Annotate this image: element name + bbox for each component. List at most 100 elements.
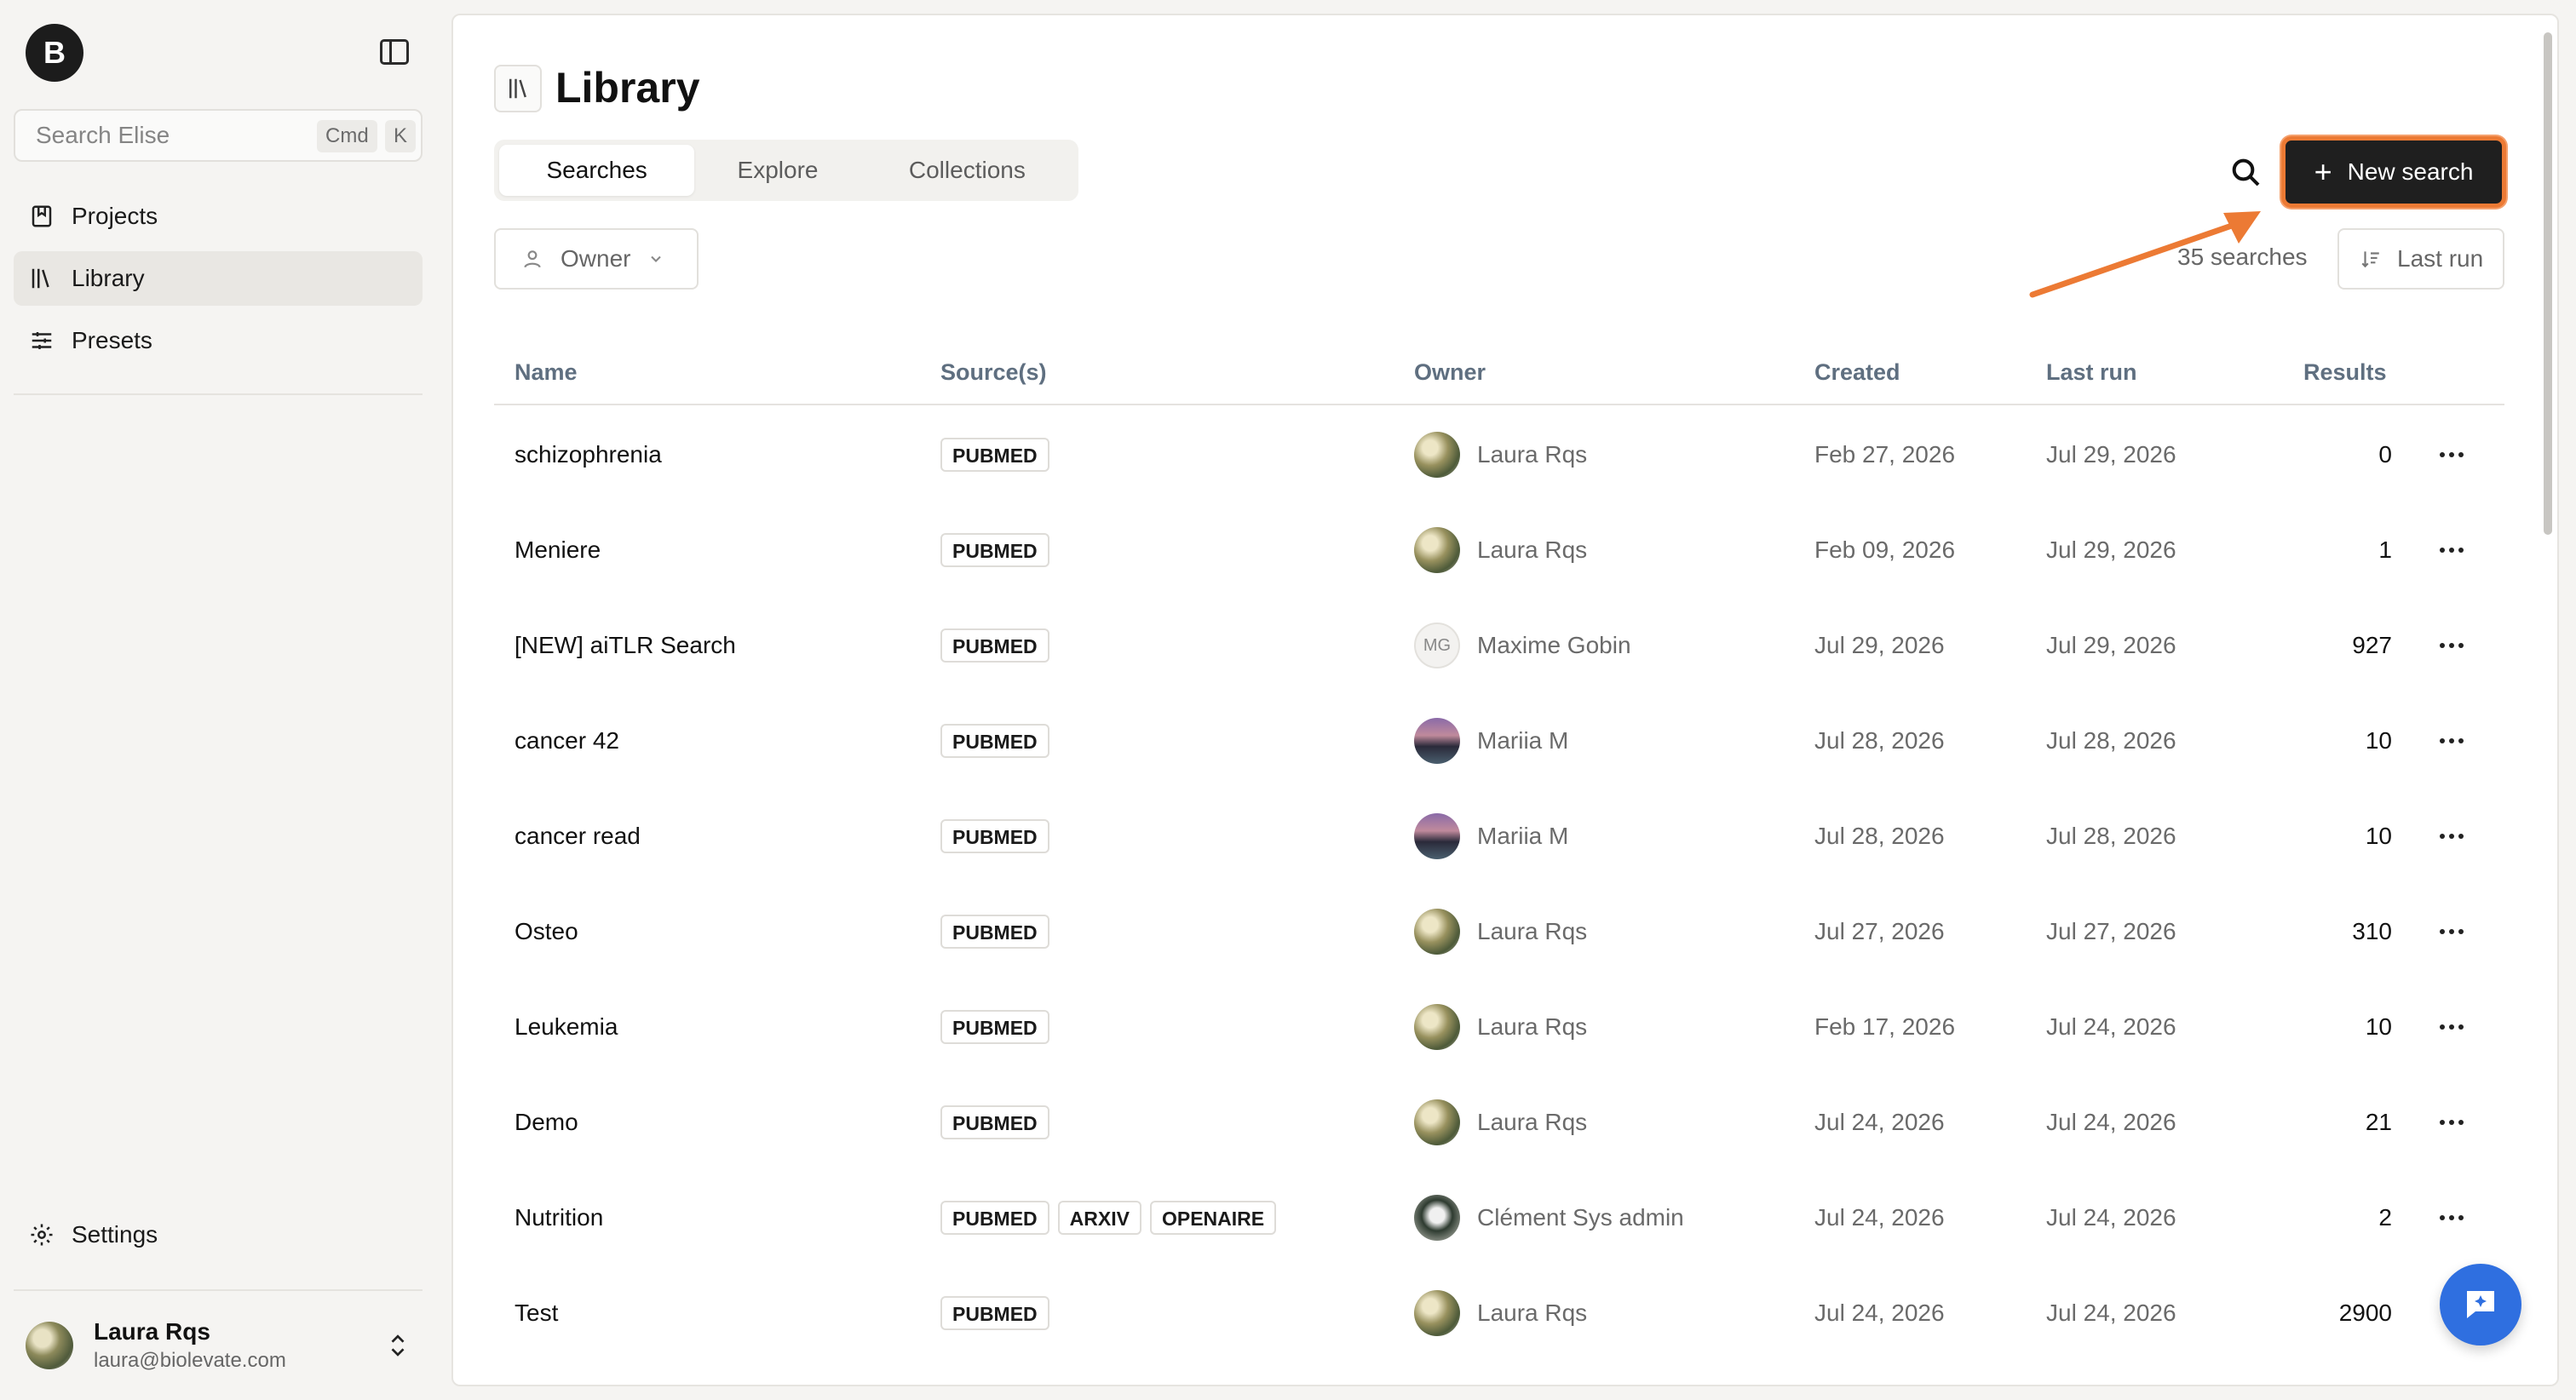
- tab-bar: Searches Explore Collections: [494, 140, 1078, 201]
- more-options-icon[interactable]: [2431, 789, 2472, 884]
- sidebar-item-library[interactable]: Library: [14, 251, 423, 306]
- owner-name: Mariia M: [1477, 727, 1569, 754]
- owner-filter[interactable]: Owner: [494, 228, 699, 290]
- more-options-icon[interactable]: [2431, 598, 2472, 693]
- table-row[interactable]: Nutrition PUBMED ARXIV OPENAIRE Clément Sy…: [494, 1170, 2504, 1265]
- last-run-date: Jul 28, 2026: [2046, 823, 2176, 849]
- more-options-icon[interactable]: [2431, 693, 2472, 789]
- search-name[interactable]: Nutrition: [515, 1170, 603, 1265]
- search-name[interactable]: schizophrenia: [515, 407, 662, 502]
- search-name[interactable]: Demo: [515, 1075, 578, 1170]
- search-name[interactable]: Osteo: [515, 884, 578, 979]
- owner-cell: Mariia M: [1414, 693, 1568, 789]
- tab-explore[interactable]: Explore: [694, 145, 860, 196]
- more-options-icon[interactable]: [2431, 1170, 2472, 1265]
- sidebar-item-settings[interactable]: Settings: [14, 1208, 423, 1262]
- owner-cell: Laura Rqs: [1414, 502, 1587, 598]
- table-row[interactable]: schizophrenia PUBMED Laura Rqs Feb 27, 2…: [494, 407, 2504, 502]
- sidebar-item-label: Settings: [72, 1221, 158, 1248]
- search-name[interactable]: [NEW] aiTLR Search: [515, 598, 736, 693]
- last-run-date: Jul 27, 2026: [2046, 918, 2176, 944]
- created-date: Jul 28, 2026: [1814, 823, 1945, 849]
- tab-collections[interactable]: Collections: [861, 145, 1073, 196]
- last-run-date: Jul 28, 2026: [2046, 727, 2176, 754]
- new-search-label: New search: [2347, 158, 2474, 185]
- avatar: [1414, 813, 1460, 859]
- source-badge: PUBMED: [940, 724, 1049, 758]
- sort-button[interactable]: Last run: [2337, 228, 2504, 290]
- more-options-icon[interactable]: [2431, 884, 2472, 979]
- search-name[interactable]: Meniere: [515, 502, 601, 598]
- last-run-date: Jul 29, 2026: [2046, 441, 2176, 468]
- more-options-icon[interactable]: [2431, 1075, 2472, 1170]
- table-row[interactable]: cancer 42 PUBMED Mariia M Jul 28, 2026 J…: [494, 693, 2504, 789]
- user-menu[interactable]: Laura Rqs laura@biolevate.com: [14, 1306, 423, 1385]
- sidebar-search-input[interactable]: [36, 122, 291, 149]
- main-panel: Library Searches Explore Collections + N…: [451, 14, 2559, 1386]
- avatar: [1414, 1099, 1460, 1145]
- column-header-owner[interactable]: Owner: [1414, 359, 1486, 386]
- sidebar-toggle-icon[interactable]: [380, 39, 409, 65]
- scrollbar-thumb[interactable]: [2544, 32, 2552, 535]
- column-header-last-run[interactable]: Last run: [2046, 359, 2137, 386]
- created-date: Feb 17, 2026: [1814, 1013, 1956, 1040]
- sidebar-item-label: Library: [72, 265, 145, 291]
- source-badge: PUBMED: [940, 628, 1049, 663]
- avatar: [1414, 432, 1460, 478]
- owner-name: Laura Rqs: [1477, 536, 1588, 563]
- results-count: 10: [2365, 727, 2392, 754]
- table-row[interactable]: cancer read PUBMED Mariia M Jul 28, 2026…: [494, 789, 2504, 884]
- library-icon: [494, 65, 542, 112]
- search-name[interactable]: cancer read: [515, 789, 641, 884]
- search-name[interactable]: Leukemia: [515, 979, 618, 1075]
- table-row[interactable]: Demo PUBMED Laura Rqs Jul 24, 2026 Jul 2…: [494, 1075, 2504, 1170]
- more-options-icon[interactable]: [2431, 502, 2472, 598]
- sidebar-search[interactable]: Cmd K: [14, 109, 423, 162]
- owner-cell: Laura Rqs: [1414, 1265, 1587, 1361]
- source-badge: OPENAIRE: [1149, 1201, 1277, 1235]
- table-row[interactable]: Leukemia PUBMED Laura Rqs Feb 17, 2026 J…: [494, 979, 2504, 1075]
- avatar: [1414, 1004, 1460, 1050]
- more-options-icon[interactable]: [2431, 979, 2472, 1075]
- created-date: Jul 24, 2026: [1814, 1204, 1945, 1231]
- library-icon: [32, 268, 49, 289]
- owner-cell: Laura Rqs: [1414, 979, 1587, 1075]
- tab-searches[interactable]: Searches: [499, 145, 695, 196]
- results-count: 310: [2352, 918, 2392, 944]
- source-badge: PUBMED: [940, 1201, 1049, 1235]
- column-header-created[interactable]: Created: [1814, 359, 1900, 386]
- owner-name: Maxime Gobin: [1477, 632, 1631, 658]
- owner-cell: Clément Sys admin: [1414, 1170, 1684, 1265]
- column-header-name[interactable]: Name: [515, 359, 578, 386]
- column-header-sources[interactable]: Source(s): [940, 359, 1047, 386]
- sidebar-item-label: Presets: [72, 327, 152, 353]
- table-row[interactable]: Osteo PUBMED Laura Rqs Jul 27, 2026 Jul …: [494, 884, 2504, 979]
- results-count: 10: [2365, 823, 2392, 849]
- search-name[interactable]: Test: [515, 1265, 558, 1361]
- scrollbar[interactable]: [2542, 15, 2554, 1385]
- created-date: Feb 27, 2026: [1814, 441, 1956, 468]
- table-row[interactable]: Test PUBMED Laura Rqs Jul 24, 2026 Jul 2…: [494, 1265, 2504, 1361]
- last-run-date: Jul 24, 2026: [2046, 1109, 2176, 1135]
- chat-assistant-button[interactable]: [2440, 1264, 2521, 1345]
- sidebar-item-projects[interactable]: Projects: [14, 189, 423, 244]
- created-date: Jul 24, 2026: [1814, 1109, 1945, 1135]
- table-row[interactable]: Meniere PUBMED Laura Rqs Feb 09, 2026 Ju…: [494, 502, 2504, 598]
- new-search-button[interactable]: + New search: [2281, 136, 2506, 208]
- more-options-icon[interactable]: [2431, 407, 2472, 502]
- sidebar-divider: [14, 393, 423, 395]
- owner-name: Clément Sys admin: [1477, 1204, 1684, 1231]
- app-logo[interactable]: B: [26, 24, 83, 82]
- source-badge: PUBMED: [940, 1010, 1049, 1044]
- source-list: PUBMED: [940, 407, 1049, 502]
- chat-sparkle-icon: [2467, 1291, 2494, 1318]
- owner-name: Laura Rqs: [1477, 1300, 1588, 1326]
- source-list: PUBMED: [940, 693, 1049, 789]
- results-count: 0: [2378, 441, 2392, 468]
- search-name[interactable]: cancer 42: [515, 693, 619, 789]
- chevron-up-down-icon[interactable]: [387, 1330, 409, 1361]
- source-list: PUBMED: [940, 789, 1049, 884]
- column-header-results[interactable]: Results: [2303, 359, 2387, 386]
- table-row[interactable]: [NEW] aiTLR Search PUBMED MG Maxime Gobi…: [494, 598, 2504, 693]
- sidebar-item-presets[interactable]: Presets: [14, 313, 423, 368]
